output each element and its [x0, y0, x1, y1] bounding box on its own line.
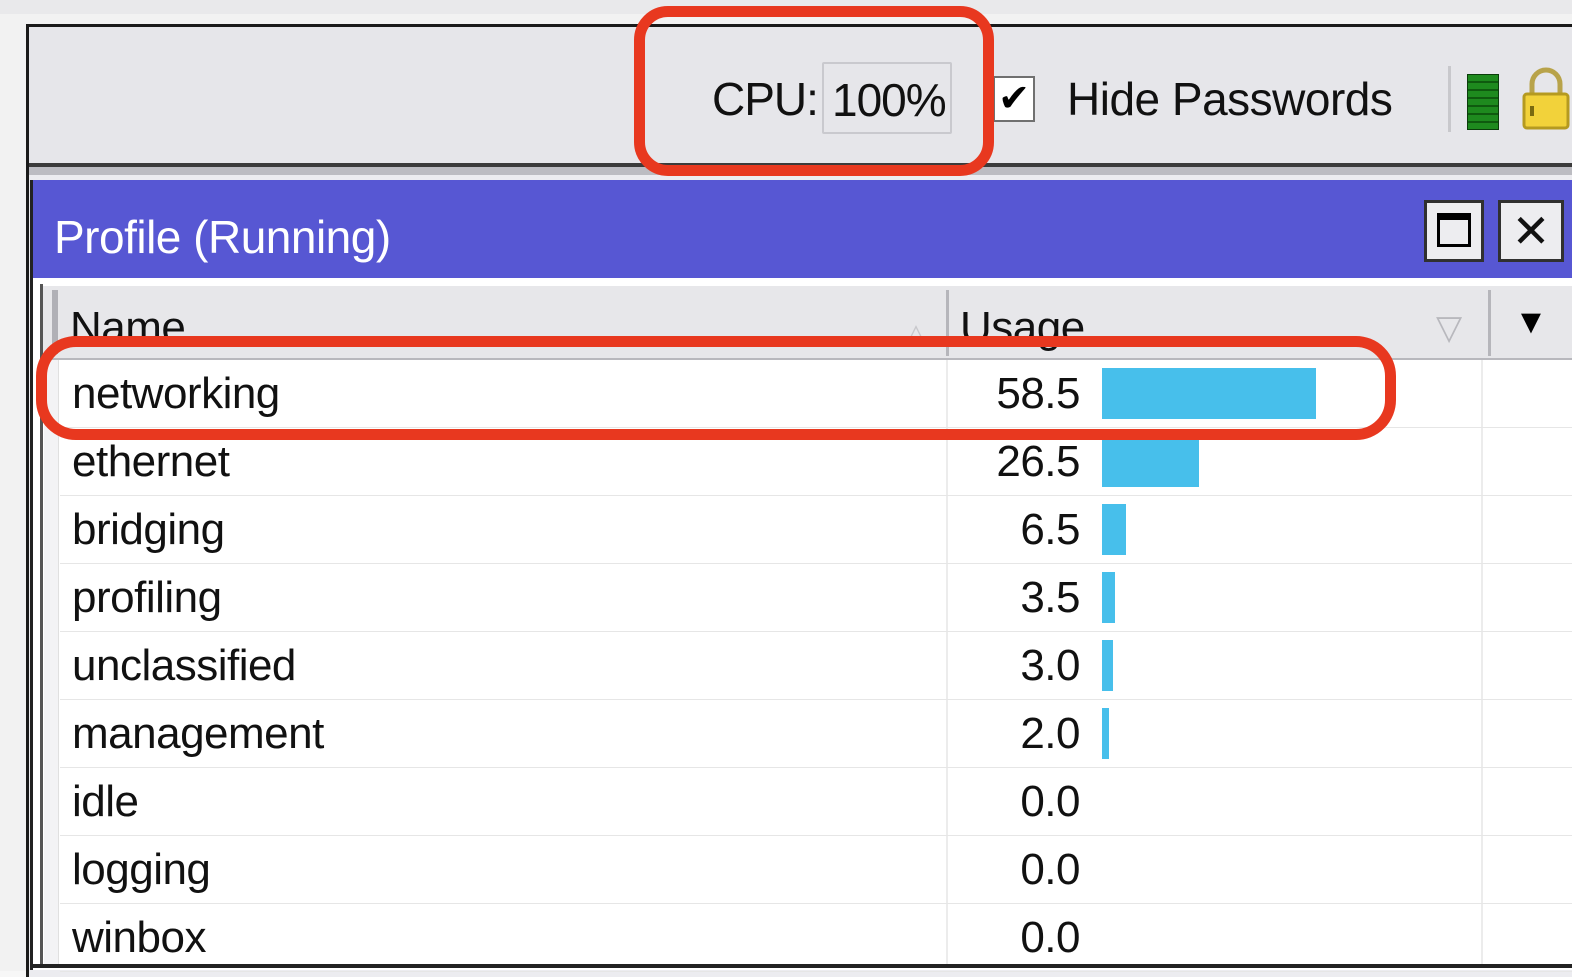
maximize-icon: [1437, 213, 1471, 247]
table-rows: networking 58.5 ethernet 26.5 bridging 6…: [60, 360, 1572, 972]
column-divider[interactable]: [1488, 290, 1491, 356]
row-name: bridging: [72, 505, 225, 554]
table-row[interactable]: unclassified 3.0: [60, 632, 1572, 700]
lock-icon[interactable]: [1520, 64, 1572, 130]
table-row[interactable]: management 2.0: [60, 700, 1572, 768]
table-row[interactable]: profiling 3.5: [60, 564, 1572, 632]
networking-row-highlight: [36, 336, 1396, 440]
window-bottom-border: [33, 964, 1572, 968]
row-usage: 2.0: [1020, 709, 1080, 758]
table-row[interactable]: winbox 0.0: [60, 904, 1572, 972]
check-icon: ✔: [998, 78, 1030, 120]
row-usage: 3.0: [1020, 641, 1080, 690]
row-usage: 3.5: [1020, 573, 1080, 622]
usage-bar: [1102, 436, 1199, 487]
table-row[interactable]: logging 0.0: [60, 836, 1572, 904]
status-green-icon: [1467, 74, 1499, 130]
close-icon: ✕: [1511, 205, 1551, 257]
row-name: profiling: [72, 573, 222, 622]
maximize-button[interactable]: [1424, 200, 1484, 262]
row-name: unclassified: [72, 641, 296, 690]
usage-bar: [1102, 504, 1126, 555]
table-row[interactable]: idle 0.0: [60, 768, 1572, 836]
cpu-highlight: [634, 6, 994, 176]
row-gutter: [44, 360, 59, 966]
row-usage: 0.0: [1020, 777, 1080, 826]
row-name: idle: [72, 777, 139, 826]
close-button[interactable]: ✕: [1498, 200, 1564, 262]
sort-down-icon: ▽: [1436, 309, 1463, 347]
column-menu-icon: ▼: [1514, 303, 1548, 341]
usage-bar: [1102, 708, 1109, 759]
usage-bar: [1102, 640, 1113, 691]
table-row[interactable]: bridging 6.5: [60, 496, 1572, 564]
hide-passwords-checkbox[interactable]: ✔: [993, 76, 1035, 122]
column-menu-button[interactable]: ▼: [1496, 290, 1566, 354]
window-title: Profile (Running): [54, 211, 391, 263]
row-usage: 0.0: [1020, 913, 1080, 962]
toolbar-separator: [1448, 66, 1451, 132]
hide-passwords-label[interactable]: Hide Passwords: [1067, 72, 1393, 126]
row-usage: 0.0: [1020, 845, 1080, 894]
usage-bar: [1102, 572, 1115, 623]
row-name: logging: [72, 845, 211, 894]
row-name: winbox: [72, 913, 206, 962]
row-name: management: [72, 709, 324, 758]
row-usage: 6.5: [1020, 505, 1080, 554]
